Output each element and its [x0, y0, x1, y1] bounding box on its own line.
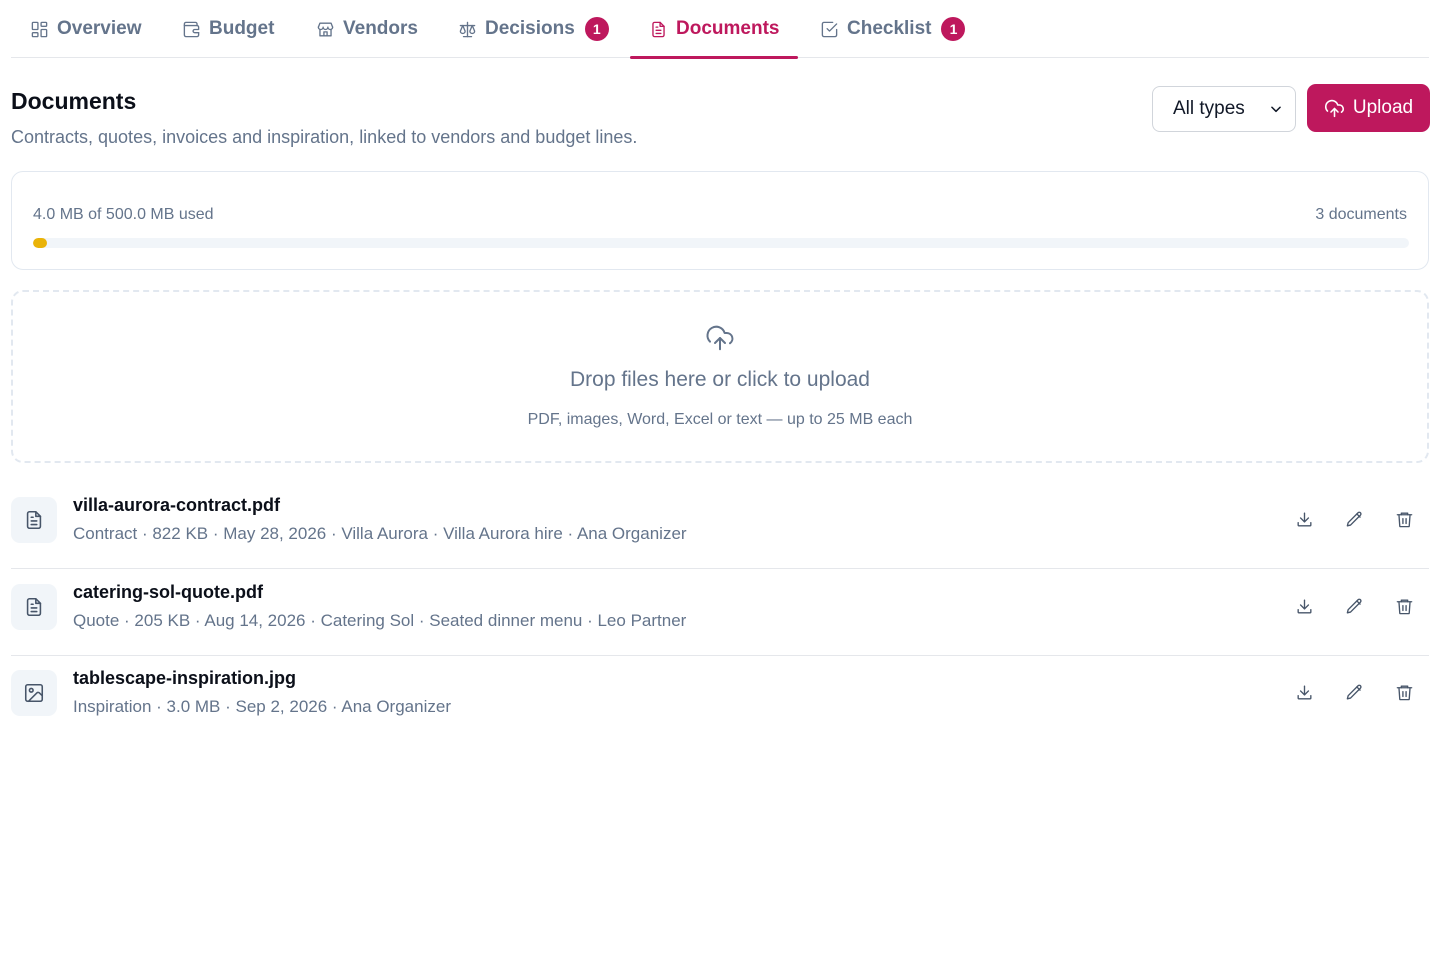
tab-vendors[interactable]: Vendors — [297, 0, 437, 58]
checkbox-icon — [821, 21, 838, 37]
upload-button[interactable]: Upload — [1307, 84, 1430, 132]
wallet-icon — [183, 21, 200, 37]
tab-overview[interactable]: Overview — [11, 0, 161, 58]
store-icon — [317, 21, 334, 37]
document-name[interactable]: catering-sol-quote.pdf — [73, 582, 263, 603]
delete-button[interactable] — [1379, 677, 1429, 707]
tab-label: Overview — [57, 18, 142, 39]
document-meta: Inspiration · 3.0 MB · Sep 2, 2026 · Ana… — [73, 697, 451, 716]
pencil-icon — [1346, 511, 1362, 527]
edit-button[interactable] — [1329, 677, 1379, 707]
document-name[interactable]: tablescape-inspiration.jpg — [73, 668, 296, 689]
tab-checklist[interactable]: Checklist 1 — [801, 0, 984, 58]
tab-label: Documents — [676, 18, 780, 39]
tab-budget[interactable]: Budget — [163, 0, 293, 58]
document-type-filter[interactable]: All types — [1152, 86, 1296, 132]
edit-button[interactable] — [1329, 504, 1379, 534]
download-icon — [1296, 684, 1312, 700]
tab-count-badge: 1 — [941, 17, 966, 41]
tab-label: Decisions — [485, 18, 575, 39]
document-meta: Contract · 822 KB · May 28, 2026 · Villa… — [73, 524, 687, 543]
document-row[interactable]: catering-sol-quote.pdf Quote · 205 KB · … — [11, 569, 1429, 656]
tab-count-badge: 1 — [584, 17, 609, 41]
download-button[interactable] — [1279, 504, 1329, 534]
trash-icon — [1396, 598, 1412, 614]
delete-button[interactable] — [1379, 504, 1429, 534]
tab-label: Budget — [209, 18, 275, 39]
download-icon — [1296, 511, 1312, 527]
document-thumbnail — [11, 497, 57, 543]
document-thumbnail — [11, 670, 57, 716]
document-row[interactable]: villa-aurora-contract.pdf Contract · 822… — [11, 482, 1429, 569]
tab-label: Checklist — [847, 18, 932, 39]
download-button[interactable] — [1279, 591, 1329, 621]
page-subtitle: Contracts, quotes, invoices and inspirat… — [11, 127, 638, 147]
edit-button[interactable] — [1329, 591, 1379, 621]
grid-icon — [31, 21, 48, 37]
dropzone-title: Drop files here or click to upload — [570, 368, 870, 391]
download-icon — [1296, 598, 1312, 614]
trash-icon — [1396, 684, 1412, 700]
tab-documents[interactable]: Documents — [630, 0, 799, 59]
document-thumbnail — [11, 584, 57, 630]
tab-label: Vendors — [343, 18, 418, 39]
tab-bar: Overview Budget Vendors Decisions 1 Docu… — [11, 0, 1429, 59]
file-text-icon — [652, 21, 665, 37]
document-name[interactable]: villa-aurora-contract.pdf — [73, 495, 280, 516]
storage-progress-fill — [33, 238, 47, 248]
storage-progress-bar — [33, 238, 1409, 248]
chevron-down-icon — [1271, 106, 1281, 113]
storage-usage-card: 4.0 MB of 500.0 MB used 3 documents — [11, 171, 1429, 270]
page-title: Documents — [11, 88, 137, 114]
document-row[interactable]: tablescape-inspiration.jpg Inspiration ·… — [11, 655, 1429, 742]
scale-icon — [459, 21, 476, 37]
document-actions — [1279, 677, 1429, 707]
cloud-upload-icon — [1324, 99, 1344, 117]
cloud-upload-icon — [705, 323, 735, 353]
pencil-icon — [1346, 598, 1362, 614]
file-dropzone[interactable]: Drop files here or click to upload PDF, … — [11, 290, 1429, 463]
file-text-icon — [26, 510, 42, 530]
file-text-icon — [26, 597, 42, 617]
delete-button[interactable] — [1379, 591, 1429, 621]
document-count: 3 documents — [1315, 206, 1407, 223]
document-actions — [1279, 504, 1429, 534]
filter-selected-value: All types — [1173, 98, 1245, 119]
tab-decisions[interactable]: Decisions 1 — [439, 0, 628, 58]
image-icon — [24, 683, 44, 703]
upload-button-label: Upload — [1352, 97, 1414, 118]
dropzone-hint: PDF, images, Word, Excel or text — up to… — [527, 411, 913, 428]
trash-icon — [1396, 511, 1412, 527]
document-meta: Quote · 205 KB · Aug 14, 2026 · Catering… — [73, 611, 687, 630]
storage-used-text: 4.0 MB of 500.0 MB used — [33, 206, 214, 223]
document-actions — [1279, 591, 1429, 621]
download-button[interactable] — [1279, 677, 1329, 707]
pencil-icon — [1346, 684, 1362, 700]
